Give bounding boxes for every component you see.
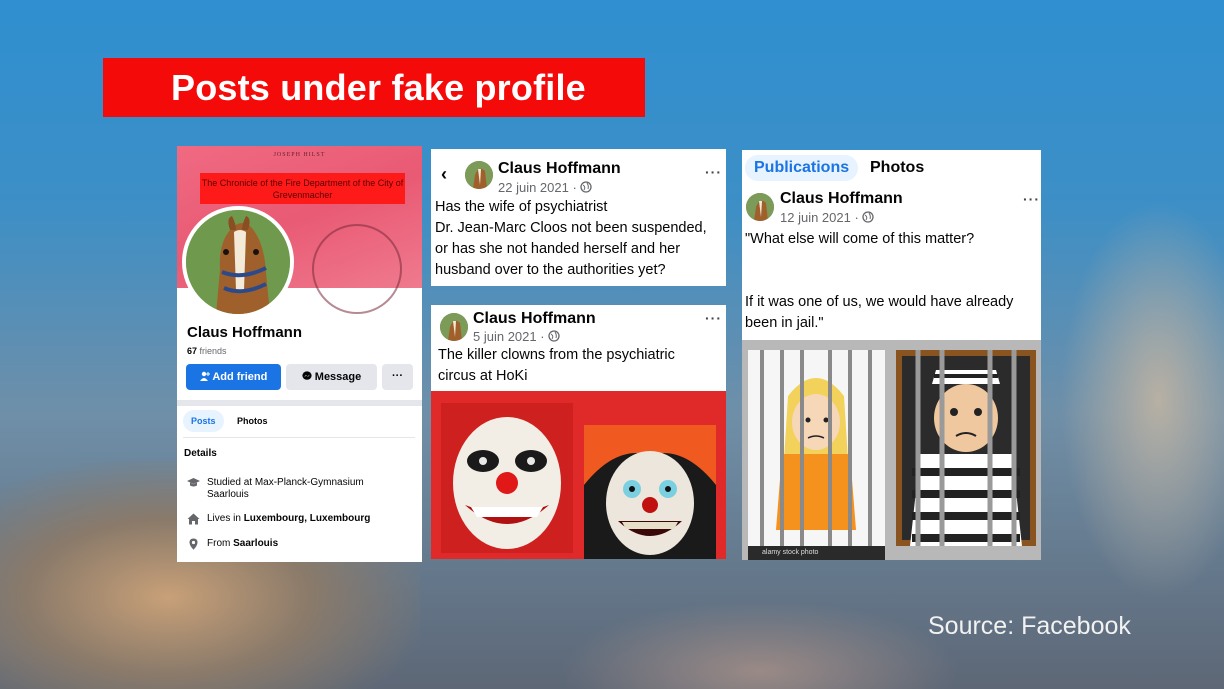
globe-icon bbox=[862, 210, 875, 225]
friends-number: 67 bbox=[187, 346, 198, 356]
detail-from-text: From Saarlouis bbox=[207, 538, 407, 550]
home-icon bbox=[187, 513, 200, 525]
section-divider bbox=[177, 400, 422, 406]
profile-card: JOSEPH HILST The Chronicle of the Fire D… bbox=[177, 146, 422, 562]
tab-photos[interactable]: Photos bbox=[870, 155, 924, 181]
background-blur-right bbox=[1060, 200, 1224, 600]
post-avatar[interactable] bbox=[440, 313, 468, 341]
profile-tabs: Posts Photos bbox=[183, 410, 415, 438]
post-author[interactable]: Claus Hoffmann bbox=[780, 190, 903, 208]
post-text: The killer clowns from the psychiatric c… bbox=[438, 347, 675, 384]
clown-mask-photo-2[interactable] bbox=[584, 425, 716, 559]
detail-education-text: Studied at Max-Planck-Gymnasium Saarloui… bbox=[207, 477, 364, 500]
cover-small-text: JOSEPH HILST bbox=[273, 152, 326, 158]
jail-cartoon-prisoner[interactable] bbox=[896, 350, 1036, 546]
details-heading: Details bbox=[184, 448, 217, 459]
more-options-button[interactable]: ··· bbox=[382, 364, 413, 390]
tab-photos[interactable]: Photos bbox=[237, 410, 268, 432]
cover-caption: The Chronicle of the Fire Department of … bbox=[200, 173, 405, 204]
post-avatar[interactable] bbox=[746, 193, 774, 221]
post-date: 12 juin 2021 · bbox=[780, 210, 875, 225]
messenger-icon bbox=[302, 371, 315, 383]
post-options-button[interactable]: ··· bbox=[705, 164, 722, 180]
post-avatar[interactable] bbox=[465, 161, 493, 189]
detail-lives-in-place[interactable]: Luxembourg, Luxembourg bbox=[244, 513, 371, 524]
publication-tabs: Publications Photos bbox=[742, 150, 1041, 184]
post-text: Has the wife of psychiatrist Dr. Jean-Ma… bbox=[435, 199, 707, 278]
post-date: 22 juin 2021 · bbox=[498, 180, 593, 195]
horse-photo bbox=[186, 210, 290, 314]
globe-icon bbox=[580, 180, 593, 195]
add-friend-icon bbox=[199, 371, 213, 383]
clown-images bbox=[431, 391, 726, 559]
detail-from-prefix: From bbox=[207, 538, 234, 549]
stock-photo-label: alamy stock photo bbox=[748, 546, 885, 560]
location-pin-icon bbox=[187, 538, 200, 550]
tab-posts[interactable]: Posts bbox=[183, 410, 224, 432]
post-date-text: 12 juin 2021 · bbox=[780, 210, 863, 225]
tab-publications[interactable]: Publications bbox=[745, 155, 859, 181]
post-card-1: ‹ Claus Hoffmann 22 juin 2021 · ··· Has … bbox=[431, 149, 726, 286]
message-label: Message bbox=[314, 371, 362, 383]
title-banner: Posts under fake profile bbox=[103, 58, 645, 117]
add-friend-label: Add friend bbox=[212, 371, 268, 383]
profile-name: Claus Hoffmann bbox=[187, 324, 303, 341]
friends-label: friends bbox=[199, 346, 227, 356]
post-date-text: 5 juin 2021 · bbox=[473, 329, 549, 344]
post-author[interactable]: Claus Hoffmann bbox=[473, 310, 596, 328]
back-arrow-icon[interactable]: ‹ bbox=[441, 164, 447, 185]
post-options-button[interactable]: ··· bbox=[1023, 191, 1040, 207]
post-date-text: 22 juin 2021 · bbox=[498, 180, 581, 195]
jail-images: alamy stock photo bbox=[742, 340, 1041, 560]
detail-lives-in-text: Lives in Luxembourg, Luxembourg bbox=[207, 513, 407, 525]
avatar[interactable] bbox=[182, 206, 294, 318]
message-button[interactable]: Message bbox=[286, 364, 377, 390]
post-date: 5 juin 2021 · bbox=[473, 329, 560, 344]
post-card-3: Publications Photos Claus Hoffmann 12 ju… bbox=[742, 150, 1041, 560]
background-blur-bottom bbox=[560, 600, 960, 689]
friends-count[interactable]: 67 friends bbox=[187, 346, 227, 356]
post-author[interactable]: Claus Hoffmann bbox=[498, 160, 621, 178]
detail-lives-in-prefix: Lives in bbox=[207, 513, 244, 524]
add-friend-button[interactable]: Add friend bbox=[186, 364, 281, 390]
graduation-cap-icon bbox=[187, 477, 200, 489]
post-card-2: Claus Hoffmann 5 juin 2021 · ··· The kil… bbox=[431, 305, 726, 559]
clown-mask-photo-1[interactable] bbox=[441, 403, 573, 553]
post-text: "What else will come of this matter? If … bbox=[745, 231, 1014, 331]
detail-from-place[interactable]: Saarlouis bbox=[233, 538, 278, 549]
post-options-button[interactable]: ··· bbox=[705, 310, 722, 326]
cover-seal bbox=[312, 224, 402, 314]
jail-cartoon-girl[interactable]: alamy stock photo bbox=[748, 350, 885, 560]
globe-icon bbox=[548, 329, 560, 344]
source-caption: Source: Facebook bbox=[928, 612, 1131, 640]
